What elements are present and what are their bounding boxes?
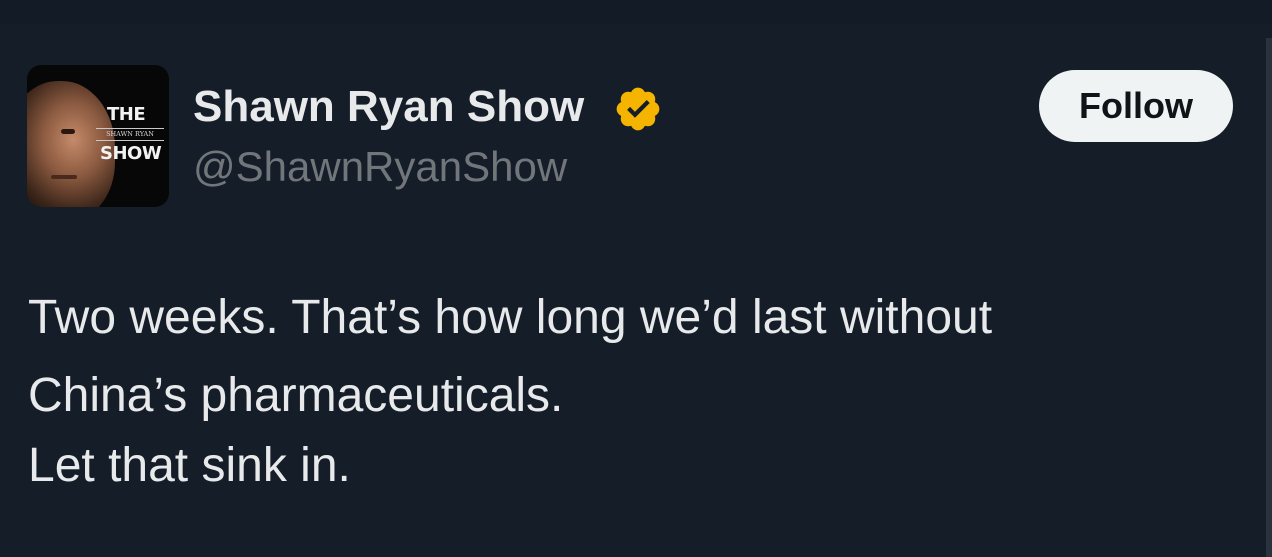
verified-badge-icon [616,87,660,131]
follow-button[interactable]: Follow [1039,70,1233,142]
handle[interactable]: @ShawnRyanShow [193,142,567,192]
top-strip [0,0,1272,24]
avatar-logo-bottom: SHOW [100,143,162,164]
avatar-logo-top: THE [107,104,146,125]
avatar[interactable]: THE SHAWN RYAN SHOW [27,65,169,207]
display-name[interactable]: Shawn Ryan Show [193,82,584,132]
avatar-logo-rule-bottom [96,140,164,141]
tweet-text-line-2: China’s pharmaceuticals. [28,369,564,422]
tweet-text-line-3: Let that sink in. [28,439,351,492]
avatar-logo-middle: SHAWN RYAN [106,130,154,138]
scrollbar-edge [1266,38,1272,557]
tweet-text-line-1: Two weeks. That’s how long we’d last wit… [28,291,993,344]
avatar-logo-rule-top [96,128,164,129]
